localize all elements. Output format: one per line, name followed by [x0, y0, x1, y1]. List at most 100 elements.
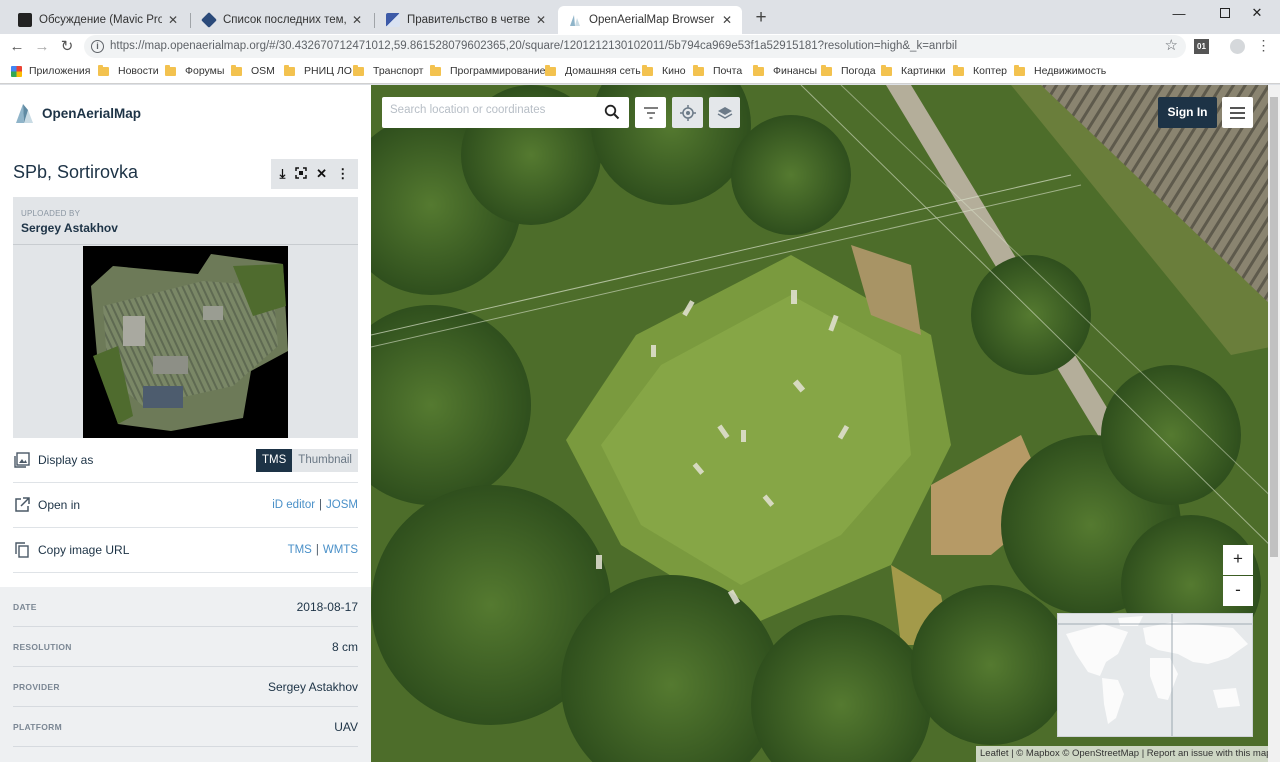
copy-tms-link[interactable]: TMS: [288, 544, 312, 556]
folder-icon: [753, 64, 764, 76]
forum-favicon-icon: [201, 12, 217, 28]
bookmark-folder[interactable]: Почта: [693, 64, 742, 77]
bookmark-folder[interactable]: Погода: [821, 64, 876, 77]
bookmark-folder[interactable]: Новости: [98, 64, 159, 77]
browser-tab[interactable]: Обсуждение (Mavic Pro) - Стра ✕: [8, 6, 188, 34]
bookmark-folder[interactable]: Домашняя сеть: [545, 64, 641, 77]
aerial-map[interactable]: Sign In + - Leaflet | © Mapbox © OpenStr…: [371, 85, 1280, 762]
back-arrow-icon[interactable]: ←: [6, 36, 28, 58]
more-options-icon[interactable]: ⋮: [336, 166, 349, 182]
bookmark-label: Кино: [662, 65, 686, 77]
image-actions-toolbar: ⤓ ✕ ⋮: [271, 159, 358, 189]
url-text[interactable]: https://map.openaerialmap.org/#/30.43267…: [110, 40, 957, 52]
browser-tabstrip: Обсуждение (Mavic Pro) - Стра ✕ Список п…: [0, 0, 1280, 34]
copy-url-row: Copy image URL TMS | WMTS: [13, 528, 358, 573]
main-menu-button[interactable]: [1222, 97, 1253, 128]
tab-divider: [190, 13, 191, 28]
metadata-section: DATE 2018-08-17 RESOLUTION 8 cm PROVIDER…: [0, 587, 371, 762]
link-separator: |: [315, 544, 319, 556]
search-input[interactable]: [390, 104, 600, 116]
browser-tab[interactable]: Правительство в четвертый ра ✕: [376, 6, 556, 34]
open-in-id-editor-link[interactable]: iD editor: [272, 499, 315, 511]
bookmark-label: Транспорт: [373, 65, 424, 77]
locate-button[interactable]: [672, 97, 703, 128]
metadata-row: DATE 2018-08-17: [13, 587, 358, 627]
folder-icon: [165, 64, 176, 76]
sign-in-button[interactable]: Sign In: [1158, 97, 1217, 128]
image-icon: [13, 451, 31, 469]
star-icon[interactable]: ☆: [1165, 36, 1178, 54]
zoom-in-button[interactable]: +: [1223, 545, 1253, 575]
bookmark-folder[interactable]: Картинки: [881, 64, 946, 77]
bookmark-folder[interactable]: Финансы: [753, 64, 817, 77]
search-icon[interactable]: [604, 104, 620, 120]
image-thumbnail: [83, 246, 288, 438]
browser-tab[interactable]: Список последних тем, в котор ✕: [192, 6, 372, 34]
tab-divider: [374, 13, 375, 28]
new-tab-button[interactable]: +: [752, 8, 770, 29]
zoom-to-extent-icon[interactable]: [294, 166, 307, 182]
metadata-key: DATE: [13, 601, 37, 612]
extension-badge-icon[interactable]: 01: [1194, 39, 1209, 54]
tab-title: Обсуждение (Mavic Pro) - Стра: [39, 14, 162, 26]
link-separator: |: [319, 499, 323, 511]
bookmark-folder[interactable]: Транспорт: [353, 64, 424, 77]
uploader-name[interactable]: Sergey Astakhov: [21, 221, 118, 235]
scrollbar-thumb[interactable]: [1270, 97, 1278, 557]
layers-button[interactable]: [709, 97, 740, 128]
map-attribution[interactable]: Leaflet | © Mapbox © OpenStreetMap | Rep…: [976, 746, 1276, 762]
metadata-value: UAV: [334, 719, 358, 734]
folder-icon: [545, 64, 556, 76]
page-scrollbar[interactable]: [1268, 85, 1280, 762]
bookmark-folder[interactable]: РНИЦ ЛО: [284, 64, 352, 77]
open-in-josm-link[interactable]: JOSM: [326, 499, 358, 511]
forward-arrow-icon[interactable]: →: [31, 36, 53, 58]
folder-icon: [642, 64, 653, 76]
bookmark-apps[interactable]: Приложения: [11, 65, 90, 77]
brand-logo[interactable]: OpenAerialMap: [13, 101, 141, 125]
open-in-label: Open in: [38, 498, 81, 512]
display-tms-button[interactable]: TMS: [256, 448, 293, 472]
filter-button[interactable]: [635, 97, 666, 128]
browser-tab-active[interactable]: OpenAerialMap Browser ✕: [558, 6, 742, 34]
apps-icon: [11, 65, 22, 77]
close-icon[interactable]: ✕: [316, 166, 327, 182]
layers-icon: [717, 106, 732, 119]
reload-icon[interactable]: ↻: [56, 36, 78, 58]
browser-menu-icon[interactable]: ⋮: [1256, 38, 1271, 54]
close-window-button[interactable]: ✕: [1234, 0, 1280, 26]
minimize-button[interactable]: —: [1156, 0, 1202, 26]
bookmark-folder[interactable]: OSM: [231, 64, 275, 77]
close-icon[interactable]: ✕: [534, 13, 548, 27]
display-thumbnail-button[interactable]: Thumbnail: [292, 448, 358, 472]
metadata-value: 2018-08-17: [296, 599, 358, 614]
bookmark-label: Коптер: [973, 65, 1008, 77]
info-icon[interactable]: i: [91, 40, 104, 53]
folder-icon: [430, 64, 441, 76]
profile-avatar-icon[interactable]: [1230, 39, 1245, 54]
bookmark-folder[interactable]: Программирование: [430, 64, 546, 77]
folder-icon: [1014, 64, 1025, 76]
bookmark-folder[interactable]: Кино: [642, 64, 686, 77]
copy-url-label: Copy image URL: [38, 543, 130, 557]
bookmark-folder[interactable]: Форумы: [165, 64, 224, 77]
copy-wmts-link[interactable]: WMTS: [323, 544, 358, 556]
zoom-out-button[interactable]: -: [1223, 576, 1253, 606]
bookmark-label: Приложения: [29, 65, 91, 77]
bookmark-folder[interactable]: Недвижимость: [1014, 64, 1106, 77]
image-title: SPb, Sortirovka: [13, 162, 139, 182]
close-icon[interactable]: ✕: [350, 13, 364, 27]
download-icon[interactable]: ⤓: [280, 166, 286, 182]
filter-icon: [643, 106, 658, 119]
overview-minimap[interactable]: [1057, 613, 1253, 737]
bookmark-folder[interactable]: Коптер: [953, 64, 1008, 77]
display-as-label: Display as: [38, 453, 94, 467]
close-icon[interactable]: ✕: [166, 13, 180, 27]
address-bar[interactable]: i https://map.openaerialmap.org/#/30.432…: [84, 35, 1186, 58]
metadata-row: PROVIDER Sergey Astakhov: [13, 667, 358, 707]
image-details-panel: OpenAerialMap SPb, Sortirovka ⤓ ✕ ⋮ UPLO…: [0, 85, 371, 762]
close-icon[interactable]: ✕: [720, 13, 734, 27]
world-map-graphic: [1058, 614, 1252, 736]
brand-name: OpenAerialMap: [42, 105, 142, 121]
metadata-key: PROVIDER: [13, 681, 60, 692]
